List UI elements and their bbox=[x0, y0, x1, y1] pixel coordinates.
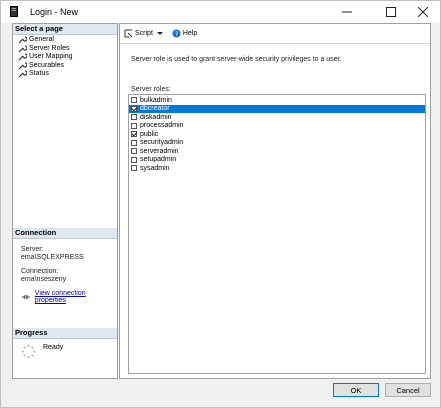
progress-header: Progress bbox=[13, 328, 117, 339]
role-label: processadmin bbox=[140, 122, 184, 130]
page-item-label: Server Roles bbox=[29, 44, 70, 52]
role-row-processadmin[interactable]: processadmin bbox=[129, 122, 425, 131]
role-label: setupadmin bbox=[140, 156, 177, 164]
minimize-icon bbox=[342, 11, 352, 13]
minimize-button[interactable] bbox=[333, 1, 361, 23]
dialog-footer: OK Cancel bbox=[1, 379, 440, 407]
role-row-setupadmin[interactable]: setupadmin bbox=[129, 156, 425, 165]
page-item-label: Status bbox=[29, 70, 49, 77]
role-row-dbcreator[interactable]: dbcreator bbox=[129, 104, 425, 113]
role-row-diskadmin[interactable]: diskadmin bbox=[129, 113, 425, 122]
role-label: sysadmin bbox=[140, 164, 170, 172]
page-item-server-roles[interactable]: Server Roles bbox=[13, 45, 117, 54]
role-checkbox[interactable] bbox=[131, 131, 137, 138]
role-row-public[interactable]: public bbox=[129, 130, 425, 139]
chevron-down-icon bbox=[156, 31, 163, 35]
role-checkbox[interactable] bbox=[131, 122, 137, 129]
svg-text:?: ? bbox=[175, 31, 178, 38]
help-button[interactable]: ? Help bbox=[172, 29, 197, 38]
page-item-label: Securables bbox=[29, 61, 65, 69]
connection-header: Connection bbox=[13, 228, 117, 239]
page-item-user-mapping[interactable]: User Mapping bbox=[13, 53, 117, 62]
view-connection-properties-link[interactable]: View connection properties bbox=[35, 290, 117, 304]
server-roles-list[interactable]: bulkadmin dbcreator diskadmin processadmin p… bbox=[128, 94, 426, 374]
title-bar[interactable]: Login - New bbox=[1, 1, 440, 23]
progress-status: Ready bbox=[43, 344, 64, 351]
role-row-sysadmin[interactable]: sysadmin bbox=[129, 164, 425, 173]
page-item-securables[interactable]: Securables bbox=[13, 62, 117, 71]
role-checkbox[interactable] bbox=[131, 165, 137, 172]
role-label: securityadmin bbox=[140, 139, 184, 147]
help-label: Help bbox=[182, 30, 198, 37]
wrench-icon bbox=[18, 70, 27, 78]
role-label: bulkadmin bbox=[140, 96, 172, 104]
help-icon: ? bbox=[172, 29, 181, 38]
cancel-button[interactable]: Cancel bbox=[385, 383, 431, 397]
page-item-label: General bbox=[29, 36, 54, 43]
progress-section: Progress Ready bbox=[13, 328, 117, 359]
server-roles-label: Server roles: bbox=[131, 86, 171, 93]
wrench-icon bbox=[18, 36, 27, 44]
role-row-securityadmin[interactable]: securityadmin bbox=[129, 139, 425, 148]
left-panel: Select a page General Server Roles User Ma… bbox=[12, 23, 118, 379]
connection-value: ema\nseszeny bbox=[21, 276, 67, 283]
progress-row: Ready bbox=[13, 344, 117, 359]
role-checkbox[interactable] bbox=[131, 114, 137, 121]
window-title: Login - New bbox=[30, 7, 79, 17]
close-icon bbox=[418, 7, 428, 17]
role-checkbox[interactable] bbox=[131, 156, 137, 163]
maximize-icon bbox=[386, 7, 396, 17]
role-checkbox[interactable] bbox=[131, 97, 137, 104]
script-icon bbox=[124, 29, 133, 38]
role-label: dbcreator bbox=[140, 105, 170, 113]
connection-section: Connection Server: ema\SQLEXPRESS Connec… bbox=[13, 228, 117, 304]
server-icon bbox=[10, 6, 18, 17]
ok-button[interactable]: OK bbox=[333, 383, 379, 397]
role-label: public bbox=[140, 130, 159, 138]
wrench-icon bbox=[18, 45, 27, 53]
role-row-serveradmin[interactable]: serveradmin bbox=[129, 147, 425, 156]
maximize-button[interactable] bbox=[377, 1, 405, 23]
role-checkbox[interactable] bbox=[131, 148, 137, 155]
page-list: General Server Roles User Mapping Securable… bbox=[13, 35, 117, 79]
page-item-label: User Mapping bbox=[29, 53, 73, 60]
view-connection-row: View connection properties bbox=[13, 290, 117, 304]
server-label: Server: bbox=[21, 246, 44, 253]
role-row-bulkadmin[interactable]: bulkadmin bbox=[129, 96, 425, 105]
script-label: Script bbox=[135, 30, 153, 37]
connection-label: Connection: bbox=[21, 268, 59, 275]
role-checkbox[interactable] bbox=[131, 105, 137, 112]
login-new-window: Login - New Select a page General Server … bbox=[0, 0, 441, 408]
wrench-icon bbox=[18, 53, 27, 61]
role-checkbox[interactable] bbox=[131, 139, 137, 146]
page-item-status[interactable]: Status bbox=[13, 70, 117, 79]
script-button[interactable]: Script bbox=[124, 29, 166, 38]
server-value: ema\SQLEXPRESS bbox=[21, 254, 84, 261]
role-label: diskadmin bbox=[140, 113, 172, 121]
wrench-icon bbox=[18, 62, 27, 70]
progress-spinner-icon bbox=[21, 344, 36, 359]
role-label: serveradmin bbox=[140, 147, 179, 155]
connection-properties-icon bbox=[21, 295, 30, 299]
main-panel: Script ? Help Server role is used to gra… bbox=[119, 23, 431, 379]
page-item-general[interactable]: General bbox=[13, 36, 117, 45]
select-page-header: Select a page bbox=[13, 24, 117, 35]
close-button[interactable] bbox=[409, 1, 437, 23]
server-role-description: Server role is used to grant server-wide… bbox=[131, 56, 342, 63]
toolbar: Script ? Help bbox=[120, 24, 430, 44]
